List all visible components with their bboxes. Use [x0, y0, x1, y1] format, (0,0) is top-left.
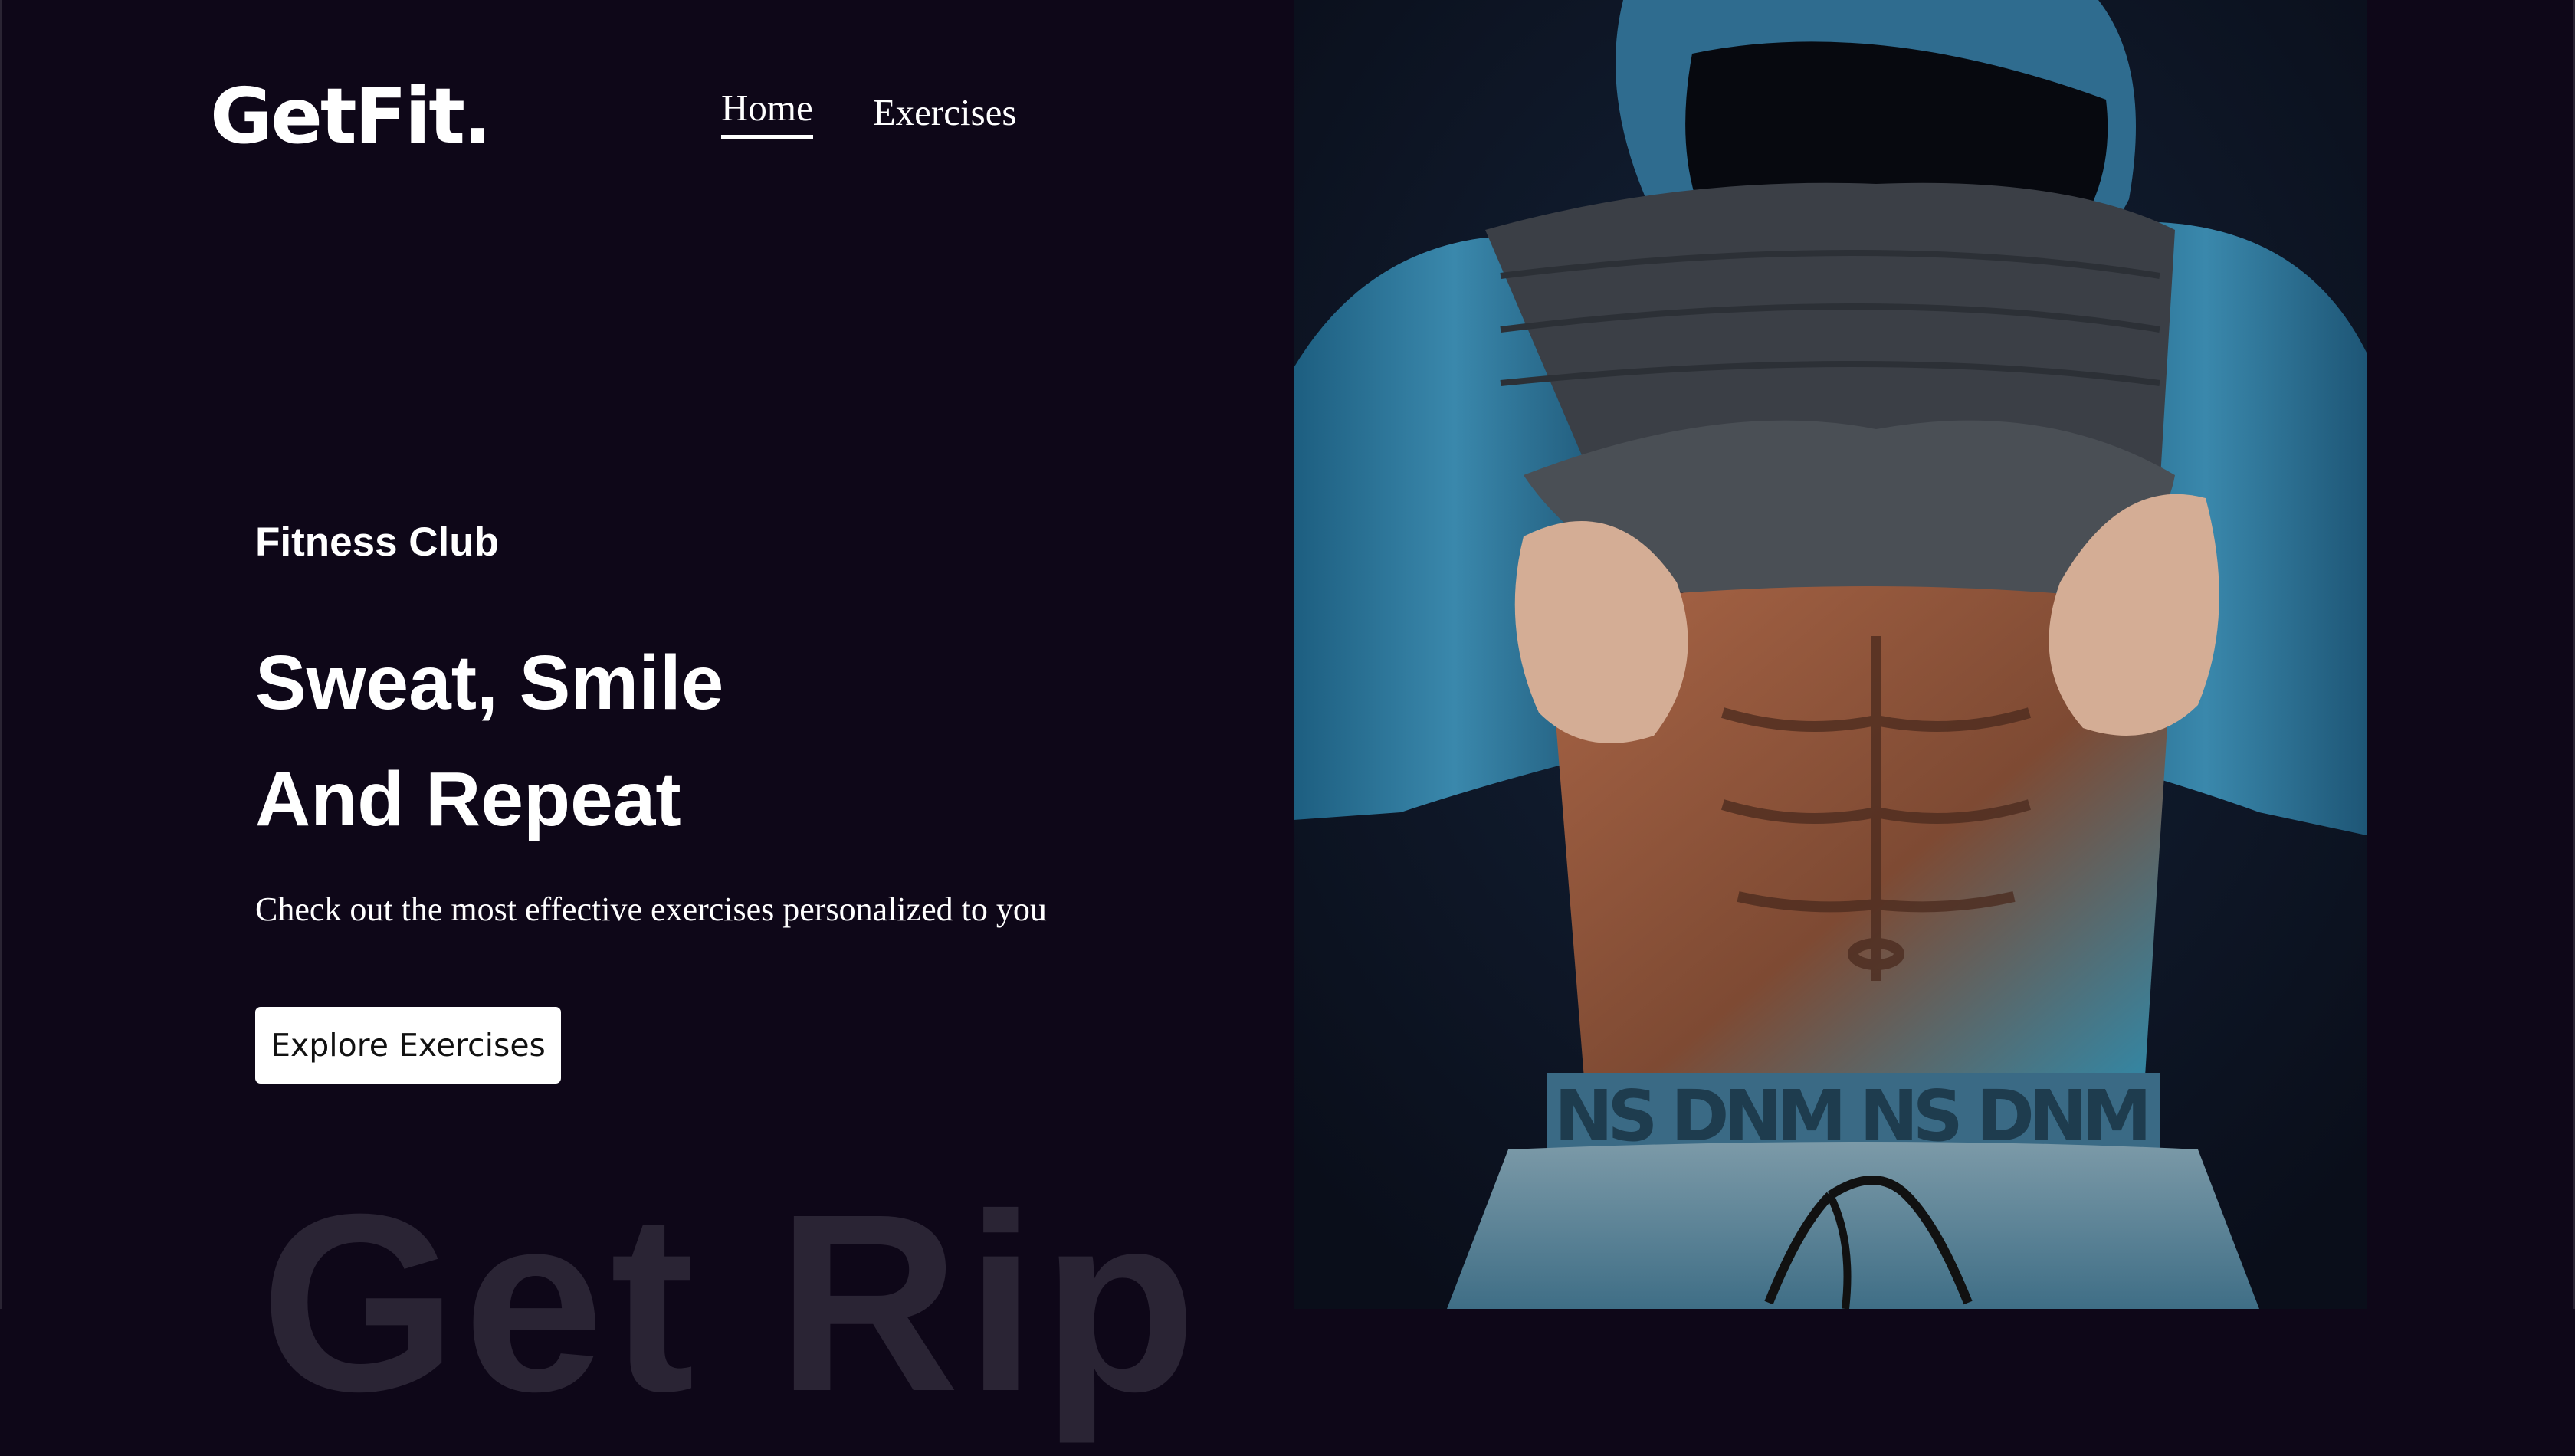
- athlete-illustration: NS DNM NS DNM: [1294, 0, 2367, 1309]
- main-nav: Home Exercises: [721, 87, 1017, 139]
- nav-home-link[interactable]: Home: [721, 86, 813, 139]
- nav-exercises-link[interactable]: Exercises: [873, 90, 1017, 139]
- explore-exercises-button[interactable]: Explore Exercises: [255, 1007, 561, 1084]
- hero-headline-line-1: Sweat, Smile: [255, 640, 724, 726]
- hero-image: NS DNM NS DNM: [1294, 0, 2367, 1309]
- background-watermark-text: Get Rip: [261, 1161, 1203, 1444]
- hero-subtitle: Check out the most effective exercises p…: [255, 890, 1047, 928]
- hero-headline-line-2: And Repeat: [255, 756, 681, 842]
- brand-logo[interactable]: GetFit.: [210, 71, 492, 162]
- hero-headline: Sweat, Smile And Repeat: [255, 625, 723, 858]
- hero-eyebrow: Fitness Club: [255, 520, 500, 565]
